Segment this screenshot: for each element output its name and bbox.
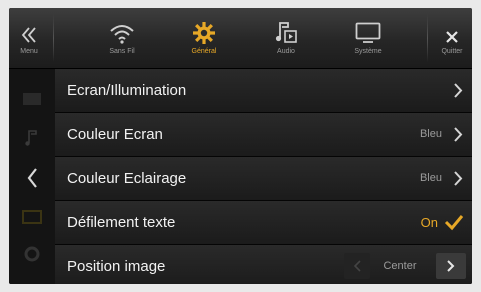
- quit-button[interactable]: Quitter: [432, 8, 472, 68]
- separator: [53, 14, 54, 62]
- wifi-icon: [109, 8, 135, 44]
- setting-label: Couleur Eclairage: [67, 170, 187, 187]
- setting-value: Center: [383, 260, 417, 272]
- back-arrow-icon[interactable]: [9, 167, 55, 189]
- chevron-right-icon: [454, 127, 463, 142]
- tab-wireless-label: Sans Fil: [109, 48, 135, 55]
- chevron-left-icon: [353, 260, 361, 272]
- setting-label: Position image: [67, 258, 166, 275]
- menu-label: Menu: [20, 48, 38, 55]
- music-note-icon: [275, 8, 297, 44]
- monitor-icon: [355, 8, 381, 44]
- wifi-icon: [9, 91, 55, 107]
- close-icon: [445, 8, 459, 44]
- setting-value: Bleu: [419, 172, 442, 184]
- tab-system[interactable]: Système: [343, 8, 393, 68]
- setting-image-position[interactable]: Position image Center: [55, 245, 472, 284]
- chevron-right-icon: [454, 171, 463, 186]
- music-note-icon: [9, 129, 55, 147]
- gear-icon: [9, 245, 55, 263]
- top-navigation-bar: Menu Sans Fil Général Audio Système Quit…: [9, 8, 472, 69]
- quit-label: Quitter: [441, 48, 463, 55]
- chevron-right-icon: [454, 83, 463, 98]
- checkmark-icon[interactable]: [444, 213, 464, 231]
- setting-text-scroll[interactable]: Défilement texte On: [55, 201, 472, 245]
- settings-screen: Menu Sans Fil Général Audio Système Quit…: [9, 8, 472, 284]
- tab-wireless[interactable]: Sans Fil: [97, 8, 147, 68]
- tab-audio[interactable]: Audio: [261, 8, 311, 68]
- setting-label: Couleur Ecran: [67, 126, 163, 143]
- setting-label: Défilement texte: [67, 214, 176, 231]
- decrease-button[interactable]: [344, 253, 370, 279]
- chevron-right-icon: [447, 260, 455, 272]
- increase-button[interactable]: [436, 253, 466, 279]
- setting-screen-color[interactable]: Couleur Ecran Bleu: [55, 113, 472, 157]
- tab-audio-label: Audio: [277, 48, 295, 55]
- menu-button[interactable]: Menu: [9, 8, 49, 68]
- monitor-icon: [9, 209, 55, 225]
- separator: [427, 14, 428, 62]
- setting-lighting-color[interactable]: Couleur Eclairage Bleu: [55, 157, 472, 201]
- settings-list: Ecran/Illumination Couleur Ecran Bleu Co…: [55, 69, 472, 284]
- tab-system-label: Système: [354, 48, 382, 55]
- setting-value: Bleu: [419, 128, 442, 140]
- tab-general[interactable]: Général: [179, 8, 229, 68]
- gear-icon: [193, 8, 215, 44]
- chevron-left-double-icon: [21, 8, 37, 44]
- setting-screen-lighting[interactable]: Ecran/Illumination: [55, 69, 472, 113]
- side-strip: [9, 69, 55, 284]
- setting-label: Ecran/Illumination: [67, 82, 187, 99]
- setting-value: On: [420, 215, 438, 230]
- tab-general-label: Général: [191, 48, 217, 55]
